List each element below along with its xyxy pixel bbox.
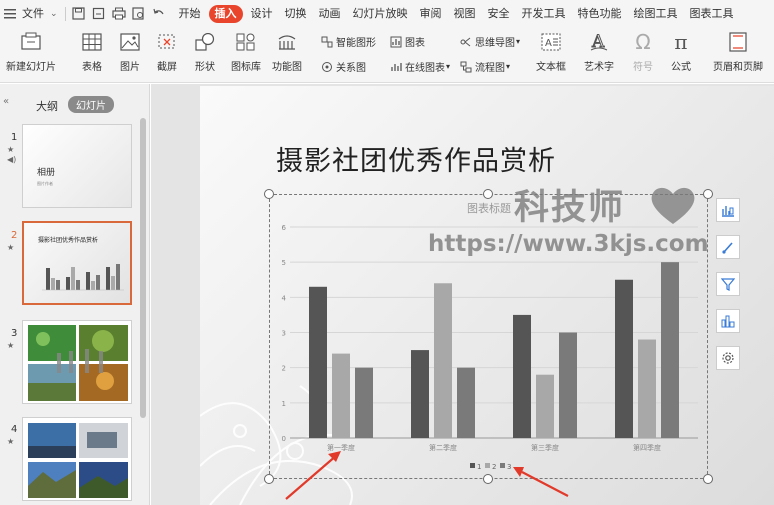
legend-label[interactable]: 1 [477, 463, 481, 471]
bar[interactable] [411, 350, 429, 438]
bar[interactable] [434, 283, 452, 438]
y-tick-label: 0 [282, 435, 286, 443]
x-tick-label: 第四季度 [633, 443, 661, 452]
bar[interactable] [513, 314, 531, 438]
legend-label[interactable]: 2 [492, 463, 496, 471]
chart-filter-button[interactable] [716, 272, 740, 296]
legend-swatch [500, 463, 505, 468]
bar[interactable] [309, 286, 327, 438]
chart-type-button[interactable] [716, 309, 740, 333]
watermark-url: https://www.3kjs.com [428, 231, 709, 257]
bar[interactable] [457, 367, 475, 438]
y-tick-label: 2 [282, 365, 286, 373]
bar[interactable] [615, 279, 633, 438]
x-tick-label: 第三季度 [531, 443, 559, 452]
y-tick-label: 5 [282, 259, 286, 267]
chart-elements-icon [722, 206, 734, 217]
bar[interactable] [661, 262, 679, 438]
x-tick-label: 第二季度 [429, 443, 457, 452]
bar[interactable] [355, 367, 373, 438]
gear-icon [722, 352, 734, 364]
chart-settings-button[interactable] [716, 346, 740, 370]
x-tick-label: 第一季度 [327, 443, 355, 452]
y-tick-label: 6 [282, 224, 287, 232]
bar[interactable] [638, 339, 656, 438]
filter-icon [721, 278, 735, 291]
heart-icon [651, 187, 695, 224]
legend-label[interactable]: 3 [507, 463, 511, 471]
watermark-text: 科技师 [514, 188, 626, 228]
y-tick-label: 4 [282, 294, 287, 302]
bar[interactable] [559, 332, 577, 439]
legend-swatch [485, 463, 490, 468]
bar[interactable] [332, 353, 350, 438]
brush-icon [722, 242, 733, 254]
chart-side-toolbar [716, 198, 740, 383]
y-tick-label: 3 [282, 330, 286, 338]
chart-type-icon [721, 315, 735, 328]
chart-style-button[interactable] [716, 235, 740, 259]
bar[interactable] [536, 374, 554, 438]
legend-swatch [470, 463, 475, 468]
chart-title[interactable]: 图表标题 [467, 201, 511, 215]
y-tick-label: 1 [282, 400, 286, 408]
chart-elements-button[interactable] [716, 198, 740, 222]
